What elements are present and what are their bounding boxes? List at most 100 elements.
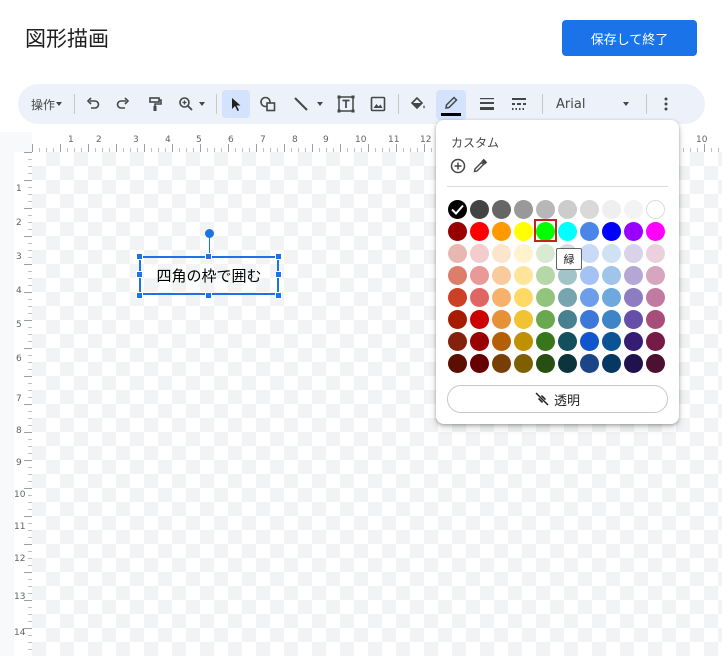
color-swatch[interactable] <box>646 332 665 351</box>
color-swatch[interactable] <box>536 332 555 351</box>
color-swatch[interactable] <box>492 222 511 241</box>
color-swatch[interactable] <box>470 222 489 241</box>
color-swatch[interactable] <box>492 266 511 285</box>
transparent-button[interactable]: 透明 <box>447 385 668 413</box>
select-tool-button[interactable] <box>222 90 250 118</box>
color-swatch[interactable] <box>514 200 533 219</box>
color-swatch[interactable] <box>448 222 467 241</box>
color-swatch[interactable] <box>602 266 621 285</box>
color-swatch[interactable] <box>558 332 577 351</box>
color-swatch[interactable] <box>624 244 643 263</box>
font-selector[interactable]: Arial <box>550 90 636 118</box>
color-swatch[interactable] <box>448 200 467 219</box>
color-swatch[interactable] <box>470 288 489 307</box>
color-swatch[interactable] <box>580 244 599 263</box>
resize-handle[interactable] <box>136 292 143 299</box>
color-swatch[interactable] <box>492 288 511 307</box>
color-swatch[interactable] <box>470 310 489 329</box>
color-swatch[interactable] <box>492 200 511 219</box>
color-swatch[interactable] <box>514 288 533 307</box>
color-swatch[interactable] <box>558 354 577 373</box>
color-swatch[interactable] <box>602 244 621 263</box>
color-swatch[interactable] <box>536 200 555 219</box>
color-swatch[interactable] <box>448 354 467 373</box>
rotation-handle[interactable] <box>205 229 214 238</box>
color-swatch[interactable] <box>602 310 621 329</box>
color-swatch[interactable] <box>470 332 489 351</box>
color-swatch[interactable] <box>646 354 665 373</box>
color-swatch[interactable] <box>602 200 621 219</box>
color-swatch[interactable] <box>492 354 511 373</box>
color-swatch[interactable] <box>580 288 599 307</box>
color-swatch[interactable] <box>580 222 599 241</box>
color-swatch[interactable] <box>602 332 621 351</box>
color-swatch[interactable] <box>536 244 555 263</box>
resize-handle[interactable] <box>275 253 282 260</box>
color-swatch[interactable] <box>646 310 665 329</box>
line-tool-button[interactable] <box>286 90 330 118</box>
color-swatch[interactable] <box>536 266 555 285</box>
resize-handle[interactable] <box>205 292 212 299</box>
color-swatch[interactable] <box>624 266 643 285</box>
color-swatch[interactable] <box>558 222 577 241</box>
border-weight-button[interactable] <box>474 90 500 118</box>
color-swatch[interactable] <box>624 310 643 329</box>
color-swatch[interactable] <box>646 244 665 263</box>
color-swatch[interactable] <box>646 288 665 307</box>
more-options-button[interactable] <box>654 90 678 118</box>
resize-handle[interactable] <box>275 271 282 278</box>
color-swatch[interactable] <box>536 288 555 307</box>
color-swatch[interactable] <box>536 310 555 329</box>
resize-handle[interactable] <box>136 253 143 260</box>
color-swatch[interactable] <box>514 310 533 329</box>
resize-handle[interactable] <box>275 292 282 299</box>
color-swatch[interactable] <box>514 244 533 263</box>
resize-handle[interactable] <box>205 253 212 260</box>
color-swatch[interactable] <box>514 332 533 351</box>
color-swatch[interactable] <box>580 354 599 373</box>
image-button[interactable] <box>364 90 392 118</box>
color-swatch[interactable] <box>624 354 643 373</box>
color-swatch[interactable] <box>646 266 665 285</box>
color-swatch[interactable] <box>448 288 467 307</box>
color-swatch[interactable] <box>448 266 467 285</box>
color-swatch[interactable] <box>448 244 467 263</box>
color-swatch[interactable] <box>624 222 643 241</box>
redo-button[interactable] <box>110 90 136 118</box>
color-swatch[interactable] <box>580 266 599 285</box>
color-swatch[interactable] <box>580 200 599 219</box>
undo-button[interactable] <box>80 90 106 118</box>
color-swatch[interactable] <box>580 310 599 329</box>
text-box-button[interactable] <box>332 90 360 118</box>
color-swatch[interactable] <box>624 200 643 219</box>
add-custom-color-button[interactable] <box>450 158 466 178</box>
color-swatch[interactable] <box>602 354 621 373</box>
color-swatch[interactable] <box>514 222 533 241</box>
color-swatch[interactable] <box>514 266 533 285</box>
resize-handle[interactable] <box>136 271 143 278</box>
eyedropper-button[interactable] <box>472 158 488 178</box>
color-swatch[interactable] <box>470 244 489 263</box>
paint-format-button[interactable] <box>142 90 168 118</box>
color-swatch[interactable] <box>646 222 665 241</box>
color-swatch[interactable] <box>470 200 489 219</box>
color-swatch[interactable] <box>558 310 577 329</box>
color-swatch[interactable] <box>470 266 489 285</box>
actions-menu-button[interactable]: 操作 <box>26 90 68 118</box>
save-and-close-button[interactable]: 保存して終了 <box>562 20 697 56</box>
color-swatch[interactable] <box>558 200 577 219</box>
color-swatch[interactable] <box>580 332 599 351</box>
color-swatch[interactable] <box>470 354 489 373</box>
color-swatch[interactable] <box>602 222 621 241</box>
color-swatch[interactable] <box>602 288 621 307</box>
color-swatch[interactable] <box>624 332 643 351</box>
vertical-ruler[interactable]: 1 2 3 4 5 6 7 8 9 10 11 12 13 14 <box>14 152 32 656</box>
color-swatch[interactable] <box>624 288 643 307</box>
rectangle-shape[interactable]: 四角の枠で囲む <box>139 256 279 295</box>
color-swatch[interactable] <box>448 310 467 329</box>
color-swatch[interactable] <box>558 288 577 307</box>
zoom-button[interactable] <box>174 90 210 118</box>
color-swatch[interactable] <box>492 310 511 329</box>
color-swatch[interactable] <box>492 332 511 351</box>
color-swatch[interactable] <box>514 354 533 373</box>
